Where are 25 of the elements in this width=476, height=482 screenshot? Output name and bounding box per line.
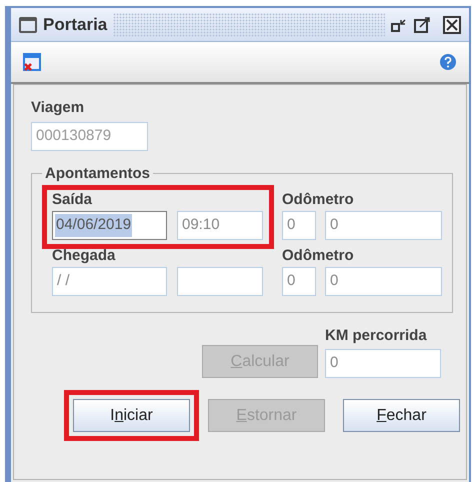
button[interactable]: Fechar bbox=[343, 399, 460, 432]
input-field[interactable]: 0 bbox=[282, 211, 316, 240]
close-icon[interactable] bbox=[443, 16, 461, 34]
field-label: Odômetro bbox=[282, 247, 355, 265]
time-field[interactable]: 09:10 bbox=[177, 211, 263, 240]
field-label: Chegada bbox=[52, 247, 116, 265]
window-title: Portaria bbox=[43, 14, 108, 36]
restore-icon[interactable] bbox=[391, 16, 407, 32]
date-field[interactable]: / / bbox=[52, 267, 167, 296]
field-label: Viagem bbox=[31, 98, 86, 118]
button[interactable]: Iniciar bbox=[73, 399, 190, 432]
maximize-icon[interactable] bbox=[413, 16, 431, 34]
input-field[interactable]: 0 bbox=[325, 349, 441, 378]
input-field[interactable]: 0 bbox=[282, 267, 316, 296]
group-title: Apontamentos bbox=[44, 164, 151, 184]
field-label: Odômetro bbox=[282, 191, 355, 209]
input-field[interactable]: 0 bbox=[325, 267, 442, 296]
window-icon bbox=[19, 16, 37, 32]
date-field[interactable]: 04/06/2019 bbox=[52, 211, 167, 240]
help-icon[interactable] bbox=[439, 53, 457, 71]
close-window-icon[interactable] bbox=[23, 53, 41, 71]
input-field[interactable]: 0 bbox=[325, 211, 442, 240]
field-label: KM percorrida bbox=[325, 326, 428, 346]
time-field[interactable] bbox=[177, 267, 263, 296]
field-label: Saída bbox=[52, 191, 94, 209]
